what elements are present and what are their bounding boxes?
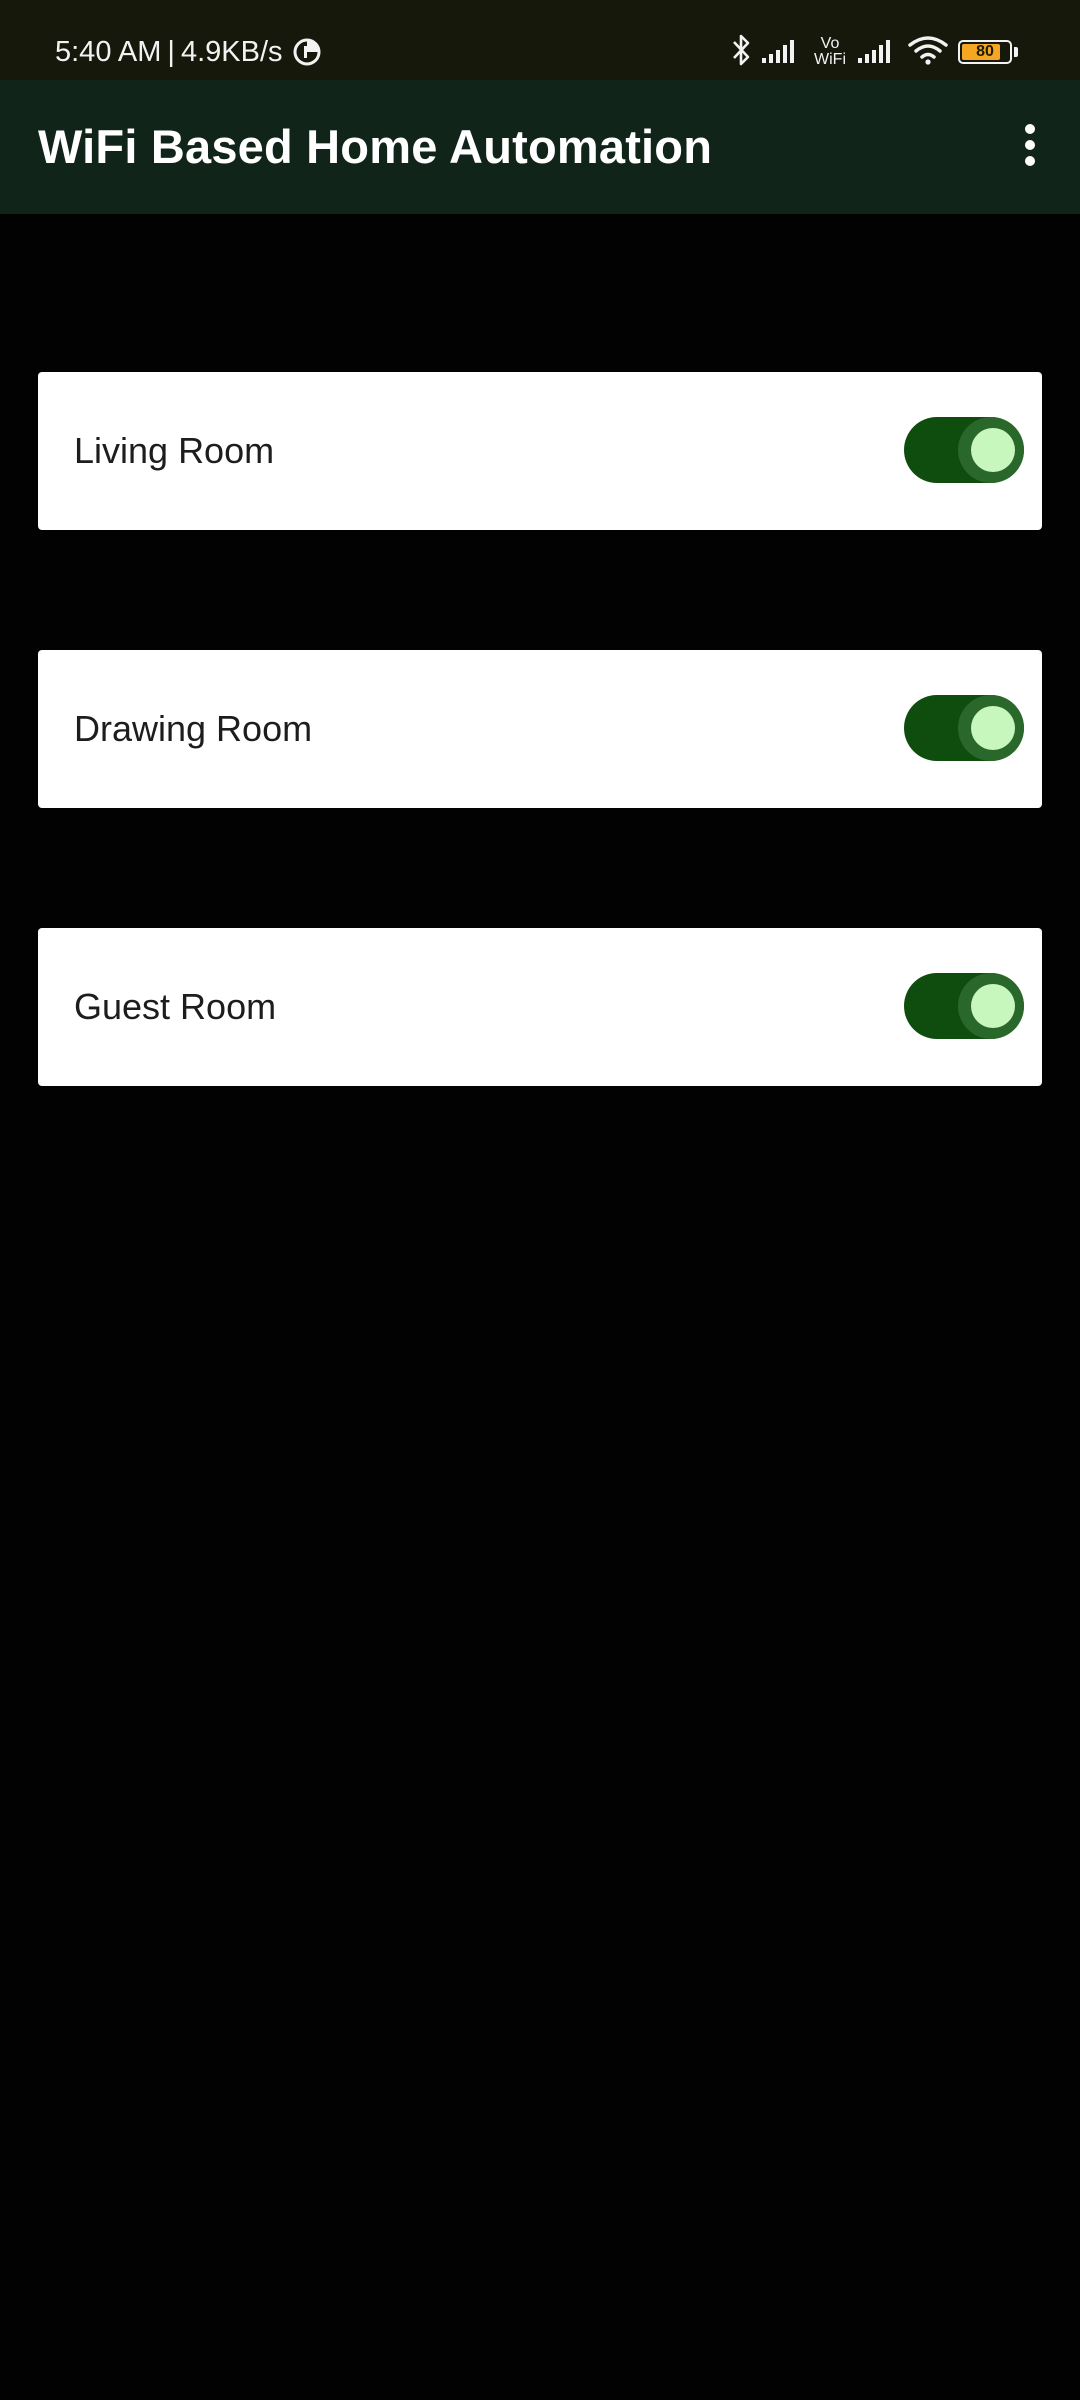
switch-thumb: [971, 706, 1015, 750]
vowifi-top: Vo: [820, 35, 840, 52]
switch-thumb: [971, 428, 1015, 472]
room-card-living-room: Living Room: [38, 372, 1042, 530]
room-label: Drawing Room: [74, 708, 313, 749]
app-bar: WiFi Based Home Automation: [0, 80, 1080, 214]
status-left: 5:40 AM | 4.9KB/s: [55, 30, 321, 74]
network-speed: 4.9KB/s: [180, 35, 283, 68]
switch-thumb: [971, 984, 1015, 1028]
room-card-drawing-room: Drawing Room: [38, 650, 1042, 808]
signal-icon: [858, 37, 898, 68]
room-label: Guest Room: [74, 986, 277, 1027]
bluetooth-icon: [730, 33, 752, 72]
living-room-switch[interactable]: [904, 417, 1024, 483]
status-time: 5:40 AM: [55, 35, 162, 68]
room-card-guest-room: Guest Room: [38, 928, 1042, 1086]
vowifi-icon: Vo WiFi: [814, 36, 846, 68]
data-saver-icon: [293, 38, 321, 66]
overflow-menu-button[interactable]: [996, 113, 1064, 181]
status-separator: |: [167, 35, 175, 68]
app-title: WiFi Based Home Automation: [38, 120, 713, 173]
guest-room-switch[interactable]: [904, 973, 1024, 1039]
drawing-room-switch[interactable]: [904, 695, 1024, 761]
status-bar: 5:40 AM | 4.9KB/s Vo WiFi 80: [0, 0, 1080, 80]
battery-level: 80: [976, 43, 994, 60]
vowifi-bottom: WiFi: [814, 51, 846, 68]
more-vert-icon: [1023, 123, 1037, 172]
battery-tip: [1014, 47, 1018, 57]
status-right: Vo WiFi 80: [730, 30, 1018, 74]
battery-icon: 80: [958, 40, 1012, 64]
signal-icon: [762, 37, 802, 68]
room-label: Living Room: [74, 430, 275, 471]
wifi-icon: [908, 35, 948, 70]
